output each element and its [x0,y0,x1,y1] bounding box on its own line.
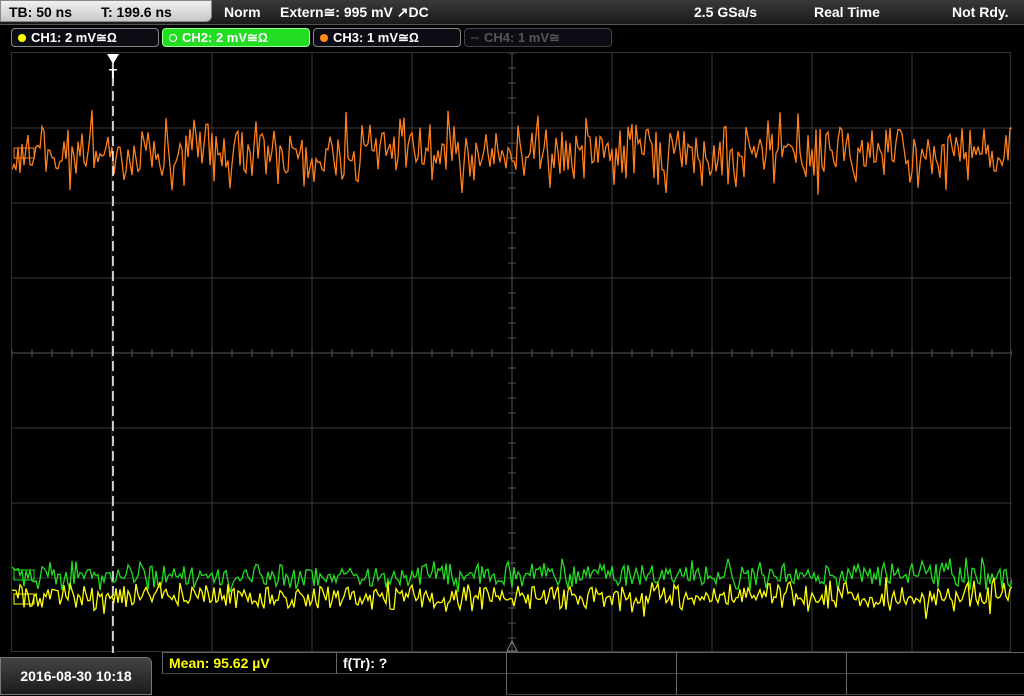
measurement-slot-4[interactable] [676,653,846,674]
measurement-mean[interactable]: Mean: 95.62 µV [162,653,336,674]
measurement-panel: Mean: 95.62 µV f(Tr): ? [162,652,1024,696]
timebase-value: TB: 50 ns [9,4,73,20]
timebase-panel[interactable]: TB: 50 ns T: 199.6 ns [0,0,212,22]
measurement-slot-7[interactable] [676,674,846,695]
waveform-canvas: T [12,53,1012,653]
channel-2-button[interactable]: CH2: 2 mV≅Ω [162,28,310,47]
trigger-label: T [109,66,117,81]
channel-row: CH1: 2 mV≅Ω CH2: 2 mV≅Ω CH3: 1 mV≅Ω CH4:… [0,25,1024,49]
measurement-slot-6[interactable] [506,674,676,695]
channel-2-label: CH2: 2 mV≅Ω [182,30,268,45]
trigger-arrow-icon [107,54,119,64]
trigger-source[interactable]: Extern≅: 995 mV ↗DC [280,0,429,24]
channel-3-label: CH3: 1 mV≅Ω [333,30,419,45]
channel-1-label: CH1: 2 mV≅Ω [31,30,117,45]
channel-4-button[interactable]: CH4: 1 mV≅ [464,28,612,47]
measurement-slot-8[interactable] [846,674,1024,695]
measurement-frequency[interactable]: f(Tr): ? [336,653,506,674]
sample-rate: 2.5 GSa/s [694,4,758,20]
acquisition-mode[interactable]: Real Time [814,0,880,24]
channel-3-dot-icon [320,34,328,42]
channel-1-button[interactable]: CH1: 2 mV≅Ω [11,28,159,47]
channel-2-dot-icon [169,34,177,42]
waveform-display[interactable]: T [11,52,1012,653]
run-status: Not Rdy. [952,4,1009,20]
datetime: 2016-08-30 10:18 [20,668,132,684]
datetime-panel: 2016-08-30 10:18 [0,657,152,695]
measurement-slot-3[interactable] [506,653,676,674]
status-bar: TB: 50 ns T: 199.6 ns Norm Extern≅: 995 … [0,0,1024,25]
trigger-mode[interactable]: Norm [224,0,261,24]
channel-3-button[interactable]: CH3: 1 mV≅Ω [313,28,461,47]
measurement-slot-5[interactable] [846,653,1024,674]
channel-1-dot-icon [18,34,26,42]
channel-4-label: CH4: 1 mV≅ [484,30,560,45]
channel-4-off-icon [471,37,479,39]
trigger-time-value: T: 199.6 ns [101,4,172,20]
